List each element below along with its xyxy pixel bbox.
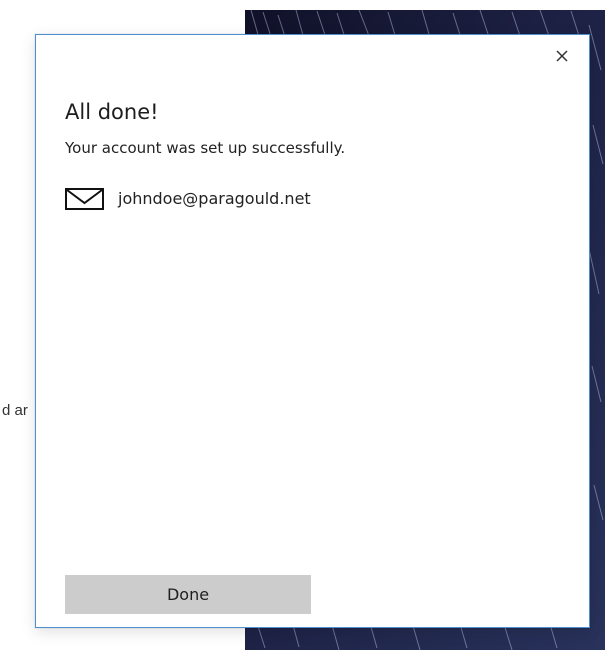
close-button[interactable] <box>549 45 575 67</box>
account-row: johndoe@paragould.net <box>65 186 311 212</box>
background-partial-text: d ar <box>2 402 28 419</box>
desktop: d ar All done! Your account was set up s… <box>0 0 605 650</box>
account-email: johndoe@paragould.net <box>118 189 311 208</box>
close-icon <box>556 50 568 62</box>
success-message: Your account was set up successfully. <box>65 139 346 157</box>
done-button[interactable]: Done <box>65 575 311 614</box>
account-setup-dialog: All done! Your account was set up succes… <box>35 34 590 628</box>
page-title: All done! <box>65 100 159 124</box>
mail-icon <box>65 188 104 210</box>
